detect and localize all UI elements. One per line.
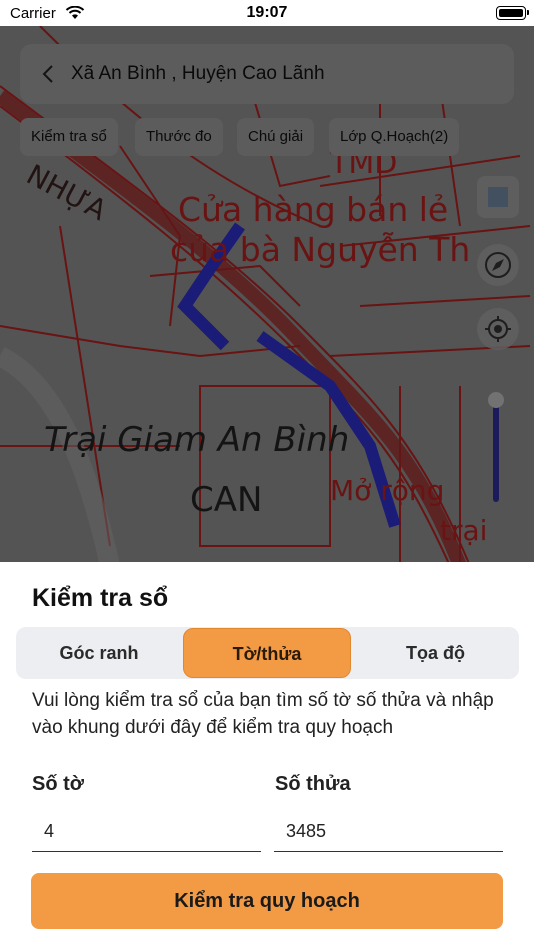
clock: 19:07 — [246, 4, 288, 21]
modal-dim-overlay[interactable] — [0, 26, 534, 566]
tab-toa-do[interactable]: Tọa độ — [352, 627, 519, 679]
tab-to-thua[interactable]: Tờ/thửa — [183, 628, 351, 678]
so-thua-label: Số thửa — [275, 773, 351, 795]
check-book-sheet: Kiểm tra sổ Góc ranh Tờ/thửa Tọa độ Vui … — [0, 562, 534, 950]
so-thua-input[interactable] — [274, 812, 503, 852]
map-view[interactable]: NHỰA TMD Cửa hàng bán lẻ của bà Nguyễn T… — [0, 26, 534, 566]
check-planning-button[interactable]: Kiểm tra quy hoạch — [31, 873, 503, 929]
so-to-label: Số tờ — [32, 773, 84, 795]
status-bar: Carrier 19:07 — [0, 0, 534, 26]
so-to-input[interactable] — [32, 812, 261, 852]
instruction-text: Vui lòng kiểm tra sổ của bạn tìm số tờ s… — [32, 690, 494, 738]
mode-segmented-control: Góc ranh Tờ/thửa Tọa độ — [16, 627, 519, 679]
battery-icon — [496, 6, 529, 20]
sheet-title: Kiểm tra sổ — [32, 584, 169, 612]
tab-goc-ranh[interactable]: Góc ranh — [16, 627, 182, 679]
